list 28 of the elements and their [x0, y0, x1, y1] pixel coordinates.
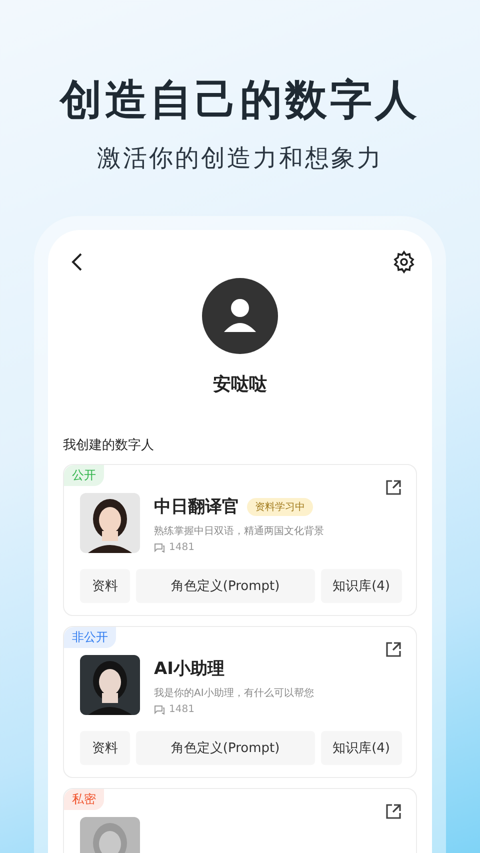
- agent-name: 中日翻译官: [154, 496, 239, 518]
- chat-count: 1481: [169, 542, 194, 553]
- settings-icon[interactable]: [392, 250, 416, 274]
- card-action-button[interactable]: 角色定义(Prompt): [136, 731, 315, 765]
- share-icon[interactable]: [384, 479, 402, 497]
- visibility-tag: 非公开: [64, 627, 116, 648]
- card-action-button[interactable]: 资料: [80, 569, 130, 603]
- card-action-button[interactable]: 知识库(4): [320, 569, 402, 603]
- chat-icon: [154, 704, 165, 714]
- status-badge: 资料学习中: [247, 498, 313, 516]
- section-title: 我创建的数字人: [63, 437, 154, 454]
- headline: 创造自己的数字人: [60, 74, 420, 126]
- agent-description: 熟练掌握中日双语，精通两国文化背景: [154, 524, 324, 538]
- agent-name: AI小助理: [154, 658, 224, 680]
- chat-icon: [154, 542, 165, 552]
- share-icon[interactable]: [384, 641, 402, 659]
- card-action-button[interactable]: 知识库(4): [320, 731, 402, 765]
- agent-description: 我是你的AI小助理，有什么可以帮您: [154, 686, 314, 700]
- chat-count: 1481: [169, 704, 194, 715]
- share-icon[interactable]: [384, 803, 402, 821]
- subheadline: 激活你的创造力和想象力: [97, 143, 383, 174]
- visibility-tag: 私密: [64, 789, 104, 810]
- user-name: 安哒哒: [213, 373, 267, 396]
- agent-card[interactable]: 非公开 AI小助理 我是你的AI小助理，有什么可以帮您 1481 资料 角色定义(Prompt) 知识库(4): [63, 626, 417, 778]
- visibility-tag: 公开: [64, 465, 104, 486]
- agent-card[interactable]: 公开 中日翻译官 资料学习中 熟练掌握中日双语，精通两国文化背景 1481 资料 角色定义(Prompt) 知识库(4): [63, 464, 417, 616]
- card-action-button[interactable]: 资料: [80, 731, 130, 765]
- card-action-button[interactable]: 角色定义(Prompt): [136, 569, 315, 603]
